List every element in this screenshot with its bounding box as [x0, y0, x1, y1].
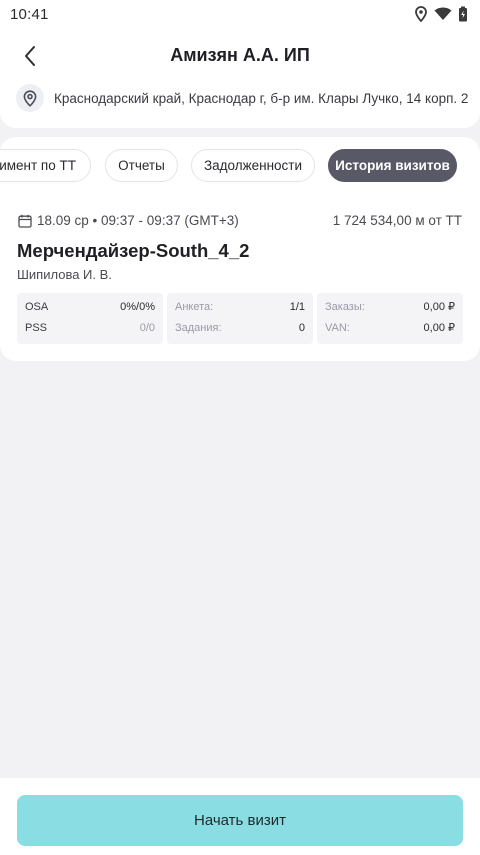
stat-row: Задания: 0 — [175, 320, 305, 335]
page-title: Амизян А.А. ИП — [170, 45, 310, 65]
wifi-icon — [434, 7, 452, 20]
tab-label: Задолженности — [203, 158, 303, 173]
visit-meta: 18.09 ср • 09:37 - 09:37 (GMT+3) 1 724 5… — [18, 213, 462, 228]
stat-row: OSA 0%/0% — [25, 299, 155, 314]
stat-label: PSS — [25, 321, 48, 334]
stat-value: 1/1 — [289, 300, 305, 313]
stat-value: 0,00 ₽ — [423, 322, 455, 334]
bottom-bar: Начать визит — [0, 778, 480, 855]
visit-user: Шипилова И. В. — [17, 267, 112, 282]
stat-box-osa-pss: OSA 0%/0% PSS 0/0 — [17, 293, 163, 344]
tabs-bar: Ассортимент по ТТ Отчеты Задолженности И… — [0, 149, 480, 183]
stat-label: Анкета: — [175, 300, 214, 313]
stat-row: PSS 0/0 — [25, 320, 155, 335]
calendar-icon — [18, 214, 32, 228]
address-text: Краснодарский край, Краснодар г, б-р им.… — [54, 90, 469, 106]
status-time: 10:41 — [10, 5, 49, 23]
stat-value: 0,00 ₽ — [423, 301, 455, 313]
visit-date: 18.09 ср • 09:37 - 09:37 (GMT+3) — [18, 213, 239, 228]
stat-row: Анкета: 1/1 — [175, 299, 305, 314]
tab-reports[interactable]: Отчеты — [105, 149, 178, 182]
stat-box-survey-tasks: Анкета: 1/1 Задания: 0 — [167, 293, 313, 344]
tab-label: Ассортимент по ТТ — [0, 158, 76, 173]
visit-distance: 1 724 534,00 м от ТТ — [332, 213, 462, 228]
stat-label: VAN: — [325, 321, 350, 334]
stat-value: 0%/0% — [120, 300, 155, 313]
stat-box-orders-van: Заказы: 0,00 ₽ VAN: 0,00 ₽ — [317, 293, 463, 344]
status-bar: 10:41 — [0, 0, 480, 28]
tab-visit-history[interactable]: История визитов — [328, 149, 457, 182]
tab-label: Отчеты — [118, 158, 165, 173]
tab-debts[interactable]: Задолженности — [191, 149, 315, 182]
visit-date-text: 18.09 ср • 09:37 - 09:37 (GMT+3) — [37, 213, 239, 228]
address-pin — [16, 84, 44, 112]
stat-value: 0 — [298, 321, 305, 334]
stat-label: Заказы: — [325, 300, 365, 313]
stat-label: OSA — [25, 300, 49, 313]
status-icons — [414, 6, 468, 22]
map-pin-icon — [23, 89, 37, 107]
header-card: Амизян А.А. ИП Краснодарский край, Красн… — [0, 28, 480, 128]
start-visit-button[interactable]: Начать визит — [17, 795, 463, 846]
stat-value: 0/0 — [139, 321, 155, 334]
visit-title[interactable]: Мерчендайзер-South_4_2 — [17, 240, 249, 262]
content-card: Ассортимент по ТТ Отчеты Задолженности И… — [0, 137, 480, 361]
stat-label: Задания: — [175, 321, 222, 334]
battery-icon — [459, 6, 467, 22]
stat-row: Заказы: 0,00 ₽ — [325, 299, 455, 314]
tab-label: История визитов — [335, 158, 450, 173]
tab-assortment[interactable]: Ассортимент по ТТ — [0, 149, 91, 182]
visit-stats: OSA 0%/0% PSS 0/0 Анкета: 1/1 Задания: 0… — [17, 293, 463, 344]
address-row: Краснодарский край, Краснодар г, б-р им.… — [16, 84, 468, 112]
stat-row: VAN: 0,00 ₽ — [325, 320, 455, 335]
location-icon — [415, 6, 427, 22]
